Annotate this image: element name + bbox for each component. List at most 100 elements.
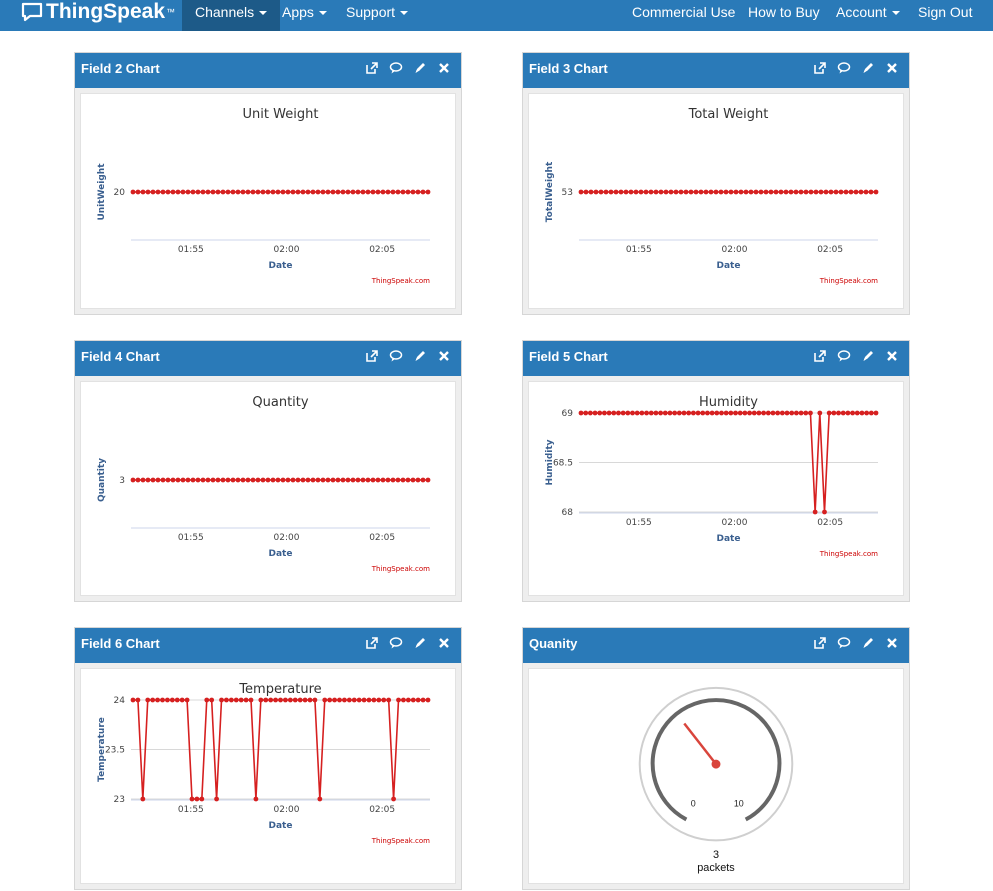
data-point xyxy=(400,189,406,195)
data-point xyxy=(169,697,175,703)
data-point xyxy=(170,189,176,195)
close-icon[interactable] xyxy=(885,61,899,75)
data-point xyxy=(700,410,706,416)
close-icon[interactable] xyxy=(437,349,451,363)
nav-support[interactable]: Support xyxy=(346,0,409,31)
data-point xyxy=(597,410,603,416)
data-point xyxy=(185,477,191,483)
pencil-icon[interactable] xyxy=(861,349,875,363)
data-point xyxy=(798,410,804,416)
data-point xyxy=(713,189,719,195)
data-point xyxy=(145,477,151,483)
pencil-icon[interactable] xyxy=(413,636,427,650)
comment-icon[interactable] xyxy=(837,349,851,363)
brand-logo[interactable]: ThingSpeak ™ xyxy=(21,0,175,24)
y-tick-label: 68.5 xyxy=(553,459,573,469)
y-axis-label: Quantity xyxy=(97,458,107,502)
data-point xyxy=(240,189,246,195)
data-point xyxy=(250,477,256,483)
panel-title: Field 6 Chart xyxy=(81,636,160,651)
data-point xyxy=(240,477,246,483)
data-point xyxy=(366,697,372,703)
nav-commercial-use[interactable]: Commercial Use xyxy=(632,0,735,31)
nav-apps[interactable]: Apps xyxy=(282,0,327,31)
x-axis-label: Date xyxy=(269,821,293,831)
gauge-value: 3 xyxy=(713,849,719,861)
comment-icon[interactable] xyxy=(837,636,851,650)
data-point xyxy=(238,697,244,703)
x-tick-label: 02:00 xyxy=(722,245,748,255)
close-icon[interactable] xyxy=(437,61,451,75)
data-point xyxy=(868,410,874,416)
data-point xyxy=(209,697,215,703)
speech-bubble-logo-icon xyxy=(21,2,43,22)
panel-header: Quanity xyxy=(523,628,909,663)
data-point xyxy=(733,410,738,416)
data-point xyxy=(283,697,288,703)
comment-icon[interactable] xyxy=(837,61,851,75)
data-point xyxy=(345,477,351,483)
data-point xyxy=(205,477,211,483)
nav-channels[interactable]: Channels xyxy=(182,0,281,31)
caret-down-icon xyxy=(259,11,268,16)
nav-channels-label: Channels xyxy=(195,4,255,20)
chart-title: Quantity xyxy=(252,395,308,410)
data-point xyxy=(737,410,743,416)
external-link-icon[interactable] xyxy=(365,349,379,363)
nav-sign-out[interactable]: Sign Out xyxy=(918,0,972,31)
data-point xyxy=(634,410,640,416)
data-point xyxy=(714,410,720,416)
external-link-icon[interactable] xyxy=(813,349,827,363)
external-link-icon[interactable] xyxy=(813,61,827,75)
data-point xyxy=(160,697,165,703)
x-axis-label: Date xyxy=(717,534,741,544)
data-point xyxy=(145,697,151,703)
data-point xyxy=(686,410,692,416)
comment-icon[interactable] xyxy=(389,349,403,363)
comment-icon[interactable] xyxy=(389,61,403,75)
data-point xyxy=(793,189,799,195)
data-point xyxy=(351,697,357,703)
nav-how-to-buy[interactable]: How to Buy xyxy=(748,0,820,31)
data-point xyxy=(355,477,361,483)
x-axis-label: Date xyxy=(269,261,293,271)
data-point xyxy=(812,509,818,515)
close-icon[interactable] xyxy=(437,636,451,650)
temperature-chart: TemperatureTemperature2323.52401:55 02:00… xyxy=(97,682,431,845)
data-point xyxy=(808,410,813,416)
pencil-icon[interactable] xyxy=(413,61,427,75)
data-point xyxy=(410,477,416,483)
data-point xyxy=(602,410,607,416)
data-point xyxy=(405,477,411,483)
pencil-icon[interactable] xyxy=(861,61,875,75)
data-point xyxy=(322,697,328,703)
pencil-icon[interactable] xyxy=(861,636,875,650)
pencil-icon[interactable] xyxy=(413,349,427,363)
data-point xyxy=(688,189,694,195)
data-point xyxy=(583,410,589,416)
comment-icon[interactable] xyxy=(389,636,403,650)
caret-down-icon xyxy=(400,11,409,16)
data-point xyxy=(145,189,151,195)
data-point xyxy=(663,189,669,195)
close-icon[interactable] xyxy=(885,636,899,650)
data-point xyxy=(743,189,749,195)
chart-area: Temperature Temperature 23 23.5 24 01:55 02:00… xyxy=(80,668,456,884)
data-point xyxy=(628,189,634,195)
data-point xyxy=(603,189,609,195)
nav-account[interactable]: Account xyxy=(836,0,900,31)
data-point xyxy=(718,189,724,195)
data-point xyxy=(420,477,426,483)
external-link-icon[interactable] xyxy=(365,636,379,650)
data-point xyxy=(784,410,790,416)
data-point xyxy=(390,189,396,195)
data-point xyxy=(608,189,614,195)
close-icon[interactable] xyxy=(885,349,899,363)
data-point xyxy=(260,477,266,483)
data-point xyxy=(723,410,729,416)
data-point xyxy=(317,796,323,802)
data-point xyxy=(395,189,401,195)
external-link-icon[interactable] xyxy=(365,61,379,75)
top-navbar: ThingSpeak ™ Channels Apps Support Commer… xyxy=(0,0,993,31)
external-link-icon[interactable] xyxy=(813,636,827,650)
